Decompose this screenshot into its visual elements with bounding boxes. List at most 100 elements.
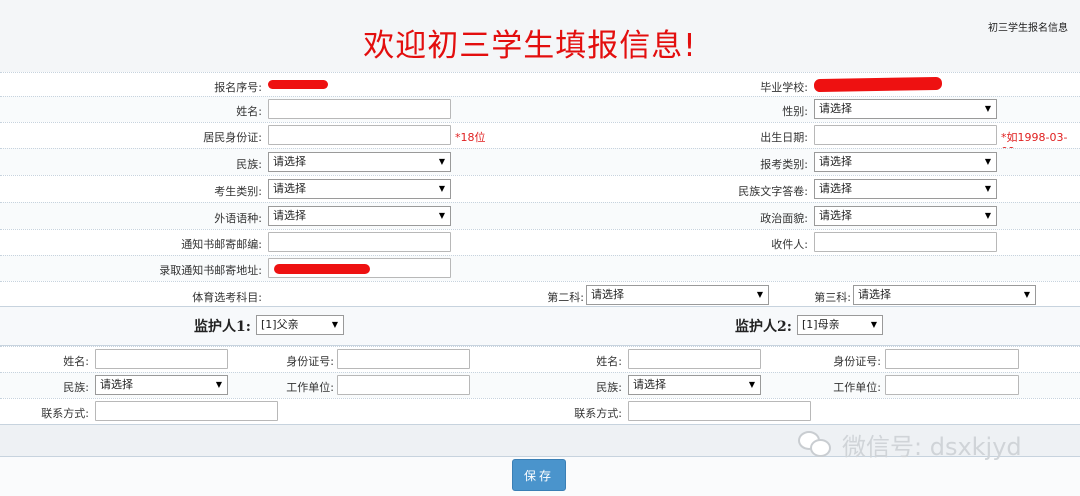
foreign-lang-label: 外语语种: [214, 212, 262, 225]
gender-select-value: 请选择 [819, 102, 852, 115]
grad-school-label: 毕业学校: [760, 81, 808, 94]
student-category-select[interactable]: 请选择 ▼ [268, 179, 451, 199]
corner-title: 初三学生报名信息 [988, 23, 1068, 34]
guardian2-name-input[interactable] [628, 349, 761, 369]
guardian2-title: 监护人2: [735, 319, 792, 335]
ethnicity-select[interactable]: 请选择 ▼ [268, 152, 451, 172]
address-label: 录取通知书邮寄地址: [159, 264, 262, 277]
form-row-foreign-lang: 外语语种: 请选择 ▼ 政治面貌: 请选择 ▼ [0, 202, 1080, 229]
guardian1-work-label: 工作单位: [286, 381, 334, 394]
chevron-down-icon: ▼ [984, 104, 991, 113]
watermark-text: 微信号: dsxkjyd [842, 432, 1022, 461]
exam-category-label: 报考类别: [760, 158, 808, 171]
ethnicity-label: 民族: [236, 158, 262, 171]
exam-category-select-value: 请选择 [819, 155, 852, 168]
politics-select[interactable]: 请选择 ▼ [814, 206, 997, 226]
id-label: 居民身份证: [203, 131, 262, 144]
chevron-down-icon: ▼ [1023, 290, 1030, 299]
guardian1-relation-select[interactable]: [1]父亲 ▼ [256, 315, 344, 335]
postcode-label: 通知书邮寄邮编: [181, 238, 262, 251]
minority-paper-select[interactable]: 请选择 ▼ [814, 179, 997, 199]
chevron-down-icon: ▼ [984, 184, 991, 193]
name-label: 姓名: [236, 105, 262, 118]
address-input[interactable] [268, 258, 451, 278]
page-title: 欢迎初三学生填报信息! [363, 28, 697, 64]
guardian1-ethnicity-label: 民族: [63, 381, 89, 394]
guardian1-ethnicity-select[interactable]: 请选择 ▼ [95, 375, 228, 395]
guardian2-id-input[interactable] [885, 349, 1019, 369]
chevron-down-icon: ▼ [438, 157, 445, 166]
guardian2-id-label: 身份证号: [833, 355, 881, 368]
foreign-lang-select[interactable]: 请选择 ▼ [268, 206, 451, 226]
gender-label: 性别: [782, 105, 808, 118]
guardian1-name-label: 姓名: [63, 355, 89, 368]
pe-label: 体育选考科目: [192, 291, 262, 304]
pe-third-select[interactable]: 请选择 ▼ [853, 285, 1036, 305]
guardian2-work-label: 工作单位: [833, 381, 881, 394]
guardian2-work-input[interactable] [885, 375, 1019, 395]
gender-select[interactable]: 请选择 ▼ [814, 99, 997, 119]
name-input[interactable] [268, 99, 451, 119]
pe-second-select[interactable]: 请选择 ▼ [586, 285, 769, 305]
pe-third-select-value: 请选择 [858, 288, 891, 301]
guardian1-title: 监护人1: [194, 319, 251, 335]
redacted-address [274, 264, 370, 274]
guardian2-relation-select[interactable]: [1]母亲 ▼ [797, 315, 883, 335]
chevron-down-icon: ▼ [438, 184, 445, 193]
guardian-row-name: 姓名: 身份证号: 姓名: 身份证号: [0, 346, 1080, 372]
chevron-down-icon: ▼ [984, 157, 991, 166]
student-category-select-value: 请选择 [273, 182, 306, 195]
save-button[interactable]: 保存 [512, 459, 566, 491]
minority-paper-label: 民族文字答卷: [738, 185, 808, 198]
chevron-down-icon: ▼ [756, 290, 763, 299]
reg-no-label: 报名序号: [214, 81, 262, 94]
chevron-down-icon: ▼ [438, 211, 445, 220]
guardian1-name-input[interactable] [95, 349, 228, 369]
redacted-reg-no [268, 80, 328, 89]
guardian1-contact-label: 联系方式: [41, 407, 89, 420]
form-row-id: 居民身份证: *18位 出生日期: *如1998-03-09 [0, 122, 1080, 158]
watermark: 微信号: dsxkjyd [796, 424, 1022, 464]
id-input[interactable] [268, 125, 451, 145]
guardian1-work-input[interactable] [337, 375, 470, 395]
birth-input[interactable] [814, 125, 997, 145]
chevron-down-icon: ▼ [331, 320, 338, 329]
guardian1-id-input[interactable] [337, 349, 470, 369]
id-hint: *18位 [455, 131, 486, 144]
form-row-name: 姓名: 性别: 请选择 ▼ [0, 96, 1080, 122]
guardian2-relation-value: [1]母亲 [802, 318, 840, 331]
minority-paper-select-value: 请选择 [819, 182, 852, 195]
chevron-down-icon: ▼ [984, 211, 991, 220]
recipient-label: 收件人: [771, 238, 808, 251]
chevron-down-icon: ▼ [215, 380, 222, 389]
foreign-lang-select-value: 请选择 [273, 209, 306, 222]
postcode-input[interactable] [268, 232, 451, 252]
guardian1-id-label: 身份证号: [286, 355, 334, 368]
ethnicity-select-value: 请选择 [273, 155, 306, 168]
pe-third-label: 第三科: [814, 291, 851, 304]
guardian2-contact-label: 联系方式: [574, 407, 622, 420]
form-row-pe: 体育选考科目: 第二科: 请选择 ▼ 第三科: 请选择 ▼ [0, 281, 1080, 306]
student-category-label: 考生类别: [214, 185, 262, 198]
guardian2-name-label: 姓名: [596, 355, 622, 368]
exam-category-select[interactable]: 请选择 ▼ [814, 152, 997, 172]
guardian2-ethnicity-select[interactable]: 请选择 ▼ [628, 375, 761, 395]
redacted-grad-school [813, 76, 943, 93]
form-row-address: 录取通知书邮寄地址: [0, 255, 1080, 281]
form-row-postcode: 通知书邮寄邮编: 收件人: [0, 229, 1080, 255]
politics-label: 政治面貌: [760, 212, 808, 225]
birth-label: 出生日期: [760, 131, 808, 144]
recipient-input[interactable] [814, 232, 997, 252]
chevron-down-icon: ▼ [870, 320, 877, 329]
guardian-header-bar: 监护人1: [1]父亲 ▼ 监护人2: [1]母亲 ▼ [0, 306, 1080, 346]
guardian-row-ethnicity: 民族: 请选择 ▼ 工作单位: 民族: 请选择 ▼ 工作单位: [0, 372, 1080, 398]
guardian2-ethnicity-label: 民族: [596, 381, 622, 394]
guardian1-relation-value: [1]父亲 [261, 318, 299, 331]
politics-select-value: 请选择 [819, 209, 852, 222]
guardian1-contact-input[interactable] [95, 401, 278, 421]
chevron-down-icon: ▼ [748, 380, 755, 389]
guardian2-contact-input[interactable] [628, 401, 811, 421]
form-row-reg: 报名序号: 毕业学校: [0, 72, 1080, 96]
guardian-row-contact: 联系方式: 联系方式: [0, 398, 1080, 424]
page-header: 欢迎初三学生填报信息! 初三学生报名信息 [0, 0, 1080, 72]
